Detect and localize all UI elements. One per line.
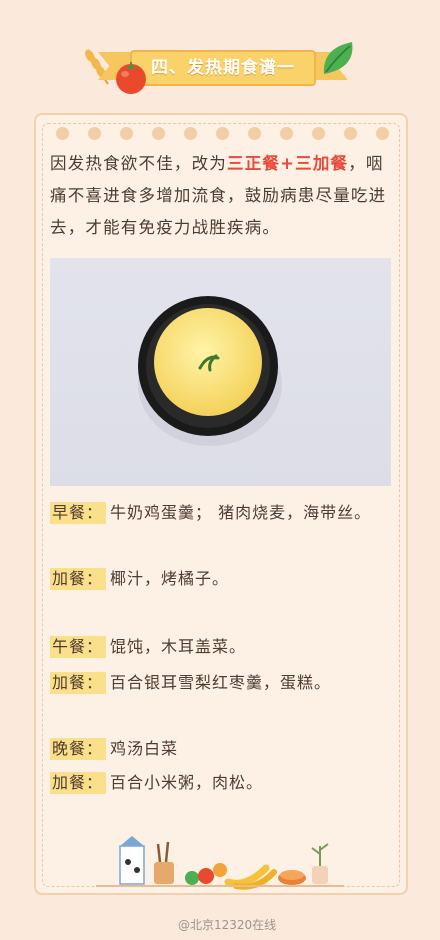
dot xyxy=(312,127,325,140)
page-title: 四、发热期食谱一 xyxy=(130,50,316,86)
meal-text: 牛奶鸡蛋羹； 猪肉烧麦，海带丝。 xyxy=(110,503,372,522)
meal-text: 椰汁，烤橘子。 xyxy=(110,569,230,588)
meal-text: 百合银耳雪梨红枣羹，蛋糕。 xyxy=(110,673,332,692)
pie-icon xyxy=(278,870,306,885)
meal-label: 早餐： xyxy=(50,502,107,524)
meal-snack-3: 加餐： 百合小米粥，肉松。 xyxy=(50,768,400,798)
bowl-illustration xyxy=(138,296,282,446)
section-header: 四、发热期食谱一 xyxy=(78,38,368,102)
meal-label: 加餐： xyxy=(50,772,107,794)
meal-text: 百合小米粥，肉松。 xyxy=(110,773,264,792)
dot xyxy=(216,127,229,140)
steamed-egg-custard-image xyxy=(50,258,391,486)
meal-text: 鸡汤白菜 xyxy=(110,739,179,758)
dot xyxy=(152,127,165,140)
meal-text: 馄饨，木耳盖菜。 xyxy=(110,637,247,656)
dot xyxy=(184,127,197,140)
intro-highlight: 三正餐+三加餐 xyxy=(227,154,349,173)
meal-label: 晚餐： xyxy=(50,738,107,760)
dot xyxy=(56,127,69,140)
dot xyxy=(280,127,293,140)
dot xyxy=(120,127,133,140)
intro-text-1: 因发热食欲不佳，改为 xyxy=(50,154,227,173)
intro-paragraph: 因发热食欲不佳，改为三正餐+三加餐，咽痛不喜进食多增加流食，鼓励病患尽量吃进去，… xyxy=(50,148,396,244)
milk-carton-icon xyxy=(119,836,145,885)
dot xyxy=(88,127,101,140)
watermark: @北京12320在线 xyxy=(178,918,277,932)
banana-icon xyxy=(224,864,277,890)
decorative-dots xyxy=(56,127,396,141)
meal-lunch: 午餐： 馄饨，木耳盖菜。 xyxy=(50,632,400,662)
meal-snack-2: 加餐： 百合银耳雪梨红枣羹，蛋糕。 xyxy=(50,668,400,698)
utensil-jar-icon xyxy=(154,841,174,884)
tomato-icon xyxy=(116,62,146,94)
leaf-icon xyxy=(323,42,353,74)
meal-snack-1: 加餐： 椰汁，烤橘子。 xyxy=(50,564,400,594)
meal-label: 午餐： xyxy=(50,636,107,658)
dot xyxy=(376,127,389,140)
kitchen-illustration xyxy=(96,836,344,890)
recipe-page: 四、发热期食谱一 因发热食欲不佳，改为三正餐+三加餐，咽痛不喜进食多增加流食，鼓… xyxy=(0,0,440,940)
vegetables-icon xyxy=(185,863,227,885)
meal-label: 加餐： xyxy=(50,568,107,590)
dot xyxy=(344,127,357,140)
meal-label: 加餐： xyxy=(50,672,107,694)
meal-breakfast: 早餐： 牛奶鸡蛋羹； 猪肉烧麦，海带丝。 xyxy=(50,498,400,528)
dot xyxy=(248,127,261,140)
meal-dinner: 晚餐： 鸡汤白菜 xyxy=(50,734,400,764)
plant-icon xyxy=(311,843,329,884)
